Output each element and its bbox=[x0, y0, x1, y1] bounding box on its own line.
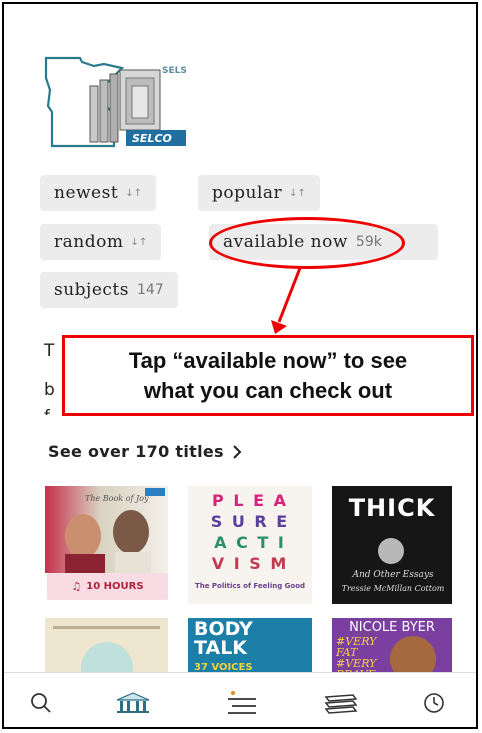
selco-logo: SELS SELCO bbox=[44, 56, 187, 148]
sort-icon: ↓↑ bbox=[125, 187, 142, 199]
bottom-nav bbox=[4, 672, 476, 727]
filter-label: popular bbox=[212, 183, 283, 203]
cover-title-line: V I S M bbox=[211, 554, 289, 573]
filter-popular[interactable]: popular ↓↑ bbox=[198, 175, 320, 211]
menu-icon bbox=[228, 691, 256, 714]
filter-subjects[interactable]: subjects 147 bbox=[40, 272, 178, 308]
partial-text-line1: b bbox=[44, 380, 55, 400]
nav-menu[interactable] bbox=[217, 683, 267, 723]
award-seal-icon bbox=[378, 538, 404, 564]
chevron-right-icon bbox=[233, 444, 242, 459]
search-icon bbox=[31, 693, 51, 713]
filter-random[interactable]: random ↓↑ bbox=[40, 224, 162, 260]
nav-history[interactable] bbox=[409, 683, 459, 723]
cover-title-line: P L E A bbox=[212, 491, 288, 510]
filter-label: newest bbox=[54, 183, 119, 203]
shelf-icon bbox=[324, 694, 358, 714]
filter-available-now[interactable]: available now 59k bbox=[209, 224, 438, 260]
audio-duration: 10 HOURS bbox=[86, 581, 144, 592]
instruction-callout: Tap “available now” to see what you can … bbox=[62, 335, 474, 416]
filter-count: 59k bbox=[355, 234, 382, 250]
cover-author: Tressie McMillan Cottom bbox=[341, 584, 445, 593]
book-cover-pleasure-activism[interactable]: P L E A S U R E A C T I V I S M The Poli… bbox=[188, 486, 312, 604]
cover-title: The Book of Joy bbox=[85, 494, 149, 503]
headphones-icon: ♫ bbox=[71, 580, 82, 593]
annotation-arrow bbox=[271, 267, 302, 334]
sort-icon: ↓↑ bbox=[289, 187, 306, 199]
see-more-link[interactable]: See over 170 titles bbox=[48, 442, 242, 461]
cover-title-line: S U R E bbox=[210, 512, 290, 531]
see-more-label: See over 170 titles bbox=[48, 442, 224, 461]
cover-subtitle: And Other Essays bbox=[352, 570, 434, 580]
nav-search[interactable] bbox=[16, 683, 66, 723]
partial-heading: T bbox=[44, 341, 55, 361]
filter-label: random bbox=[54, 232, 124, 252]
nav-library[interactable] bbox=[108, 683, 158, 723]
cover-subtitle: The Politics of Feeling Good bbox=[194, 582, 306, 590]
book-cover-body-talk[interactable]: BODY TALK 37 VOICES bbox=[188, 618, 312, 678]
nav-shelf[interactable] bbox=[316, 683, 366, 723]
audiobook-badge: ♫ 10 HOURS bbox=[47, 573, 168, 600]
cover-title-line: TALK bbox=[194, 637, 248, 659]
book-cover-thick[interactable]: THICK And Other Essays Tressie McMillan … bbox=[332, 486, 452, 604]
logo-bottom-text: SELCO bbox=[132, 132, 172, 145]
filter-label: subjects bbox=[54, 280, 129, 300]
filter-newest[interactable]: newest ↓↑ bbox=[40, 175, 156, 211]
sort-icon: ↓↑ bbox=[130, 236, 148, 248]
filter-label: available now bbox=[223, 232, 348, 252]
callout-line1: Tap “available now” to see bbox=[128, 347, 408, 373]
cover-title-line: A C T I bbox=[214, 533, 286, 552]
callout-line2: what you can check out bbox=[143, 377, 393, 403]
logo-top-text: SELS bbox=[162, 66, 187, 76]
book-cover-4[interactable] bbox=[45, 618, 168, 678]
app-frame: SELS SELCO newest ↓↑ popular ↓↑ random ↓↑ a… bbox=[2, 2, 478, 729]
cover-title: THICK bbox=[348, 494, 436, 522]
book-cover-very-fat-very-brave[interactable]: NICOLE BYER #VERY FAT #VERY BRAVE bbox=[332, 618, 452, 678]
partial-text-line2: f bbox=[44, 407, 50, 415]
clock-icon bbox=[424, 693, 444, 713]
library-icon bbox=[116, 692, 150, 713]
filter-count: 147 bbox=[136, 282, 164, 298]
cover-author: NICOLE BYER bbox=[349, 620, 435, 635]
book-cover-book-of-joy[interactable]: The Book of Joy bbox=[45, 486, 168, 573]
